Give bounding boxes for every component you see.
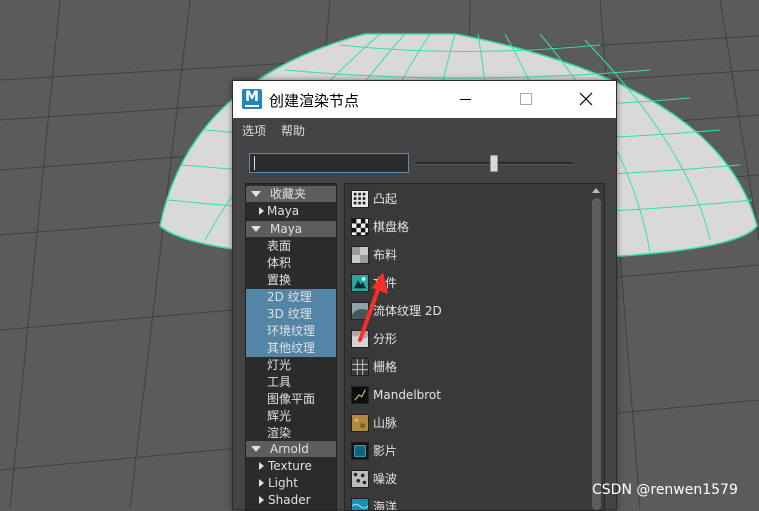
tree-item-maya-category[interactable]: 体积 (246, 255, 336, 272)
node-item[interactable]: 影片 (345, 437, 588, 465)
tree-item-maya-category[interactable]: 2D 纹理 (246, 289, 336, 306)
watermark-text: CSDN @renwen1579 (592, 482, 738, 498)
tree-item-maya-category[interactable]: 图像平面 (246, 391, 336, 408)
node-label: 海洋 (373, 500, 398, 511)
close-icon (579, 92, 593, 106)
tree-header-label: 收藏夹 (270, 187, 307, 201)
tree-header-label: Maya (270, 222, 303, 236)
tree-item-maya-favorites[interactable]: Maya (246, 203, 336, 220)
collapse-arrow-icon[interactable] (251, 191, 261, 197)
node-label: 山脉 (373, 416, 398, 430)
tree-item-maya-category[interactable]: 环境纹理 (246, 323, 336, 340)
node-item[interactable]: 凸起 (345, 185, 588, 213)
create-render-node-dialog: M 创建渲染节点 选项 帮助 收藏夹 Maya Maya 表面体积置换 2D 纹理… (232, 80, 617, 511)
tree-header-label: Arnold (270, 442, 309, 456)
close-button[interactable] (573, 87, 599, 111)
menu-bar: 选项 帮助 (233, 118, 616, 142)
bump-icon (351, 190, 369, 208)
tree-item-label: 表面 (267, 239, 292, 253)
maximize-button[interactable] (513, 87, 539, 111)
text-caret (254, 156, 255, 170)
window-title: 创建渲染节点 (269, 92, 360, 110)
tree-item-maya-category[interactable]: 辉光 (246, 408, 336, 425)
tree-item-label: 工具 (267, 375, 292, 389)
tree-item-label: 灯光 (267, 358, 292, 372)
tree-header-favorites[interactable]: 收藏夹 (246, 186, 336, 202)
node-item[interactable]: 布料 (345, 241, 588, 269)
title-bar[interactable]: M 创建渲染节点 (233, 81, 616, 118)
node-label: Mandelbrot (373, 388, 441, 402)
red-annotation-arrow-icon (358, 272, 388, 342)
tree-item-maya-category[interactable]: 其他纹理 (246, 340, 336, 357)
cloth-icon (351, 246, 369, 264)
tree-item-maya-category[interactable]: 渲染 (246, 425, 336, 442)
tree-item-label: 图像平面 (267, 392, 316, 406)
slider-thumb[interactable] (490, 155, 498, 172)
node-item[interactable]: 山脉 (345, 409, 588, 437)
noise-icon (351, 470, 369, 488)
vertical-scrollbar[interactable] (590, 184, 603, 510)
collapse-arrow-icon[interactable] (251, 446, 261, 452)
tree-item-label: 3D 纹理 (267, 307, 312, 321)
node-label: 棋盘格 (373, 220, 410, 234)
node-label: 噪波 (373, 472, 398, 486)
tree-item-label: Shader (268, 493, 311, 507)
tree-item-maya-category[interactable]: 工具 (246, 374, 336, 391)
expand-arrow-icon[interactable] (259, 462, 264, 470)
tree-item-arnold-shader[interactable]: Shader (246, 492, 336, 509)
scroll-thumb[interactable] (592, 198, 601, 510)
tree-item-maya-category[interactable]: 置换 (246, 272, 336, 289)
tree-item-label: 渲染 (267, 426, 292, 440)
search-input[interactable] (249, 153, 409, 173)
expand-arrow-icon[interactable] (259, 496, 264, 504)
node-label: 凸起 (373, 192, 398, 206)
expand-arrow-icon[interactable] (259, 207, 264, 215)
tree-item-label: Maya (267, 204, 300, 218)
tree-item-label: 置换 (267, 273, 292, 287)
node-item[interactable]: Mandelbrot (345, 381, 588, 409)
mandelbrot-icon (351, 386, 369, 404)
tree-item-arnold-light[interactable]: Light (246, 475, 336, 492)
node-item[interactable]: 棋盘格 (345, 213, 588, 241)
panel-splitter[interactable] (338, 321, 340, 381)
node-label: 布料 (373, 248, 398, 262)
tree-item-label: 环境纹理 (267, 324, 316, 338)
category-tree: 收藏夹 Maya Maya 表面体积置换 2D 纹理 3D 纹理环境纹理其他纹理灯光… (245, 183, 337, 511)
tree-item-label: 辉光 (267, 409, 292, 423)
maya-logo-icon: M (242, 89, 262, 109)
tree-item-label: 2D 纹理 (267, 290, 312, 304)
mountain-icon (351, 414, 369, 432)
tree-item-maya-category[interactable]: 灯光 (246, 357, 336, 374)
tree-item-label: 其他纹理 (267, 341, 316, 355)
tree-header-arnold[interactable]: Arnold (246, 441, 336, 457)
tree-header-maya[interactable]: Maya (246, 221, 336, 237)
logo-letter: M (245, 89, 259, 105)
node-label: 影片 (373, 444, 398, 458)
tree-item-maya-category[interactable]: 表面 (246, 238, 336, 255)
minimize-button[interactable] (452, 87, 478, 111)
grid-icon (351, 358, 369, 376)
icon-size-slider[interactable] (415, 155, 573, 172)
tree-item-label: 体积 (267, 256, 292, 270)
tree-item-label: Texture (268, 459, 312, 473)
tree-item-maya-category[interactable]: 3D 纹理 (246, 306, 336, 323)
node-item[interactable]: 栅格 (345, 353, 588, 381)
node-item[interactable]: 海洋 (345, 493, 588, 511)
tree-item-label: Light (268, 476, 298, 490)
collapse-arrow-icon[interactable] (251, 226, 261, 232)
node-label: 栅格 (373, 360, 398, 374)
movie-icon (351, 442, 369, 460)
ocean-icon (351, 498, 369, 510)
expand-arrow-icon[interactable] (259, 479, 264, 487)
tree-item-arnold-texture[interactable]: Texture (246, 458, 336, 475)
node-list: 凸起棋盘格布料文件流体纹理 2D分形栅格Mandelbrot山脉影片噪波海洋 (344, 183, 605, 511)
node-item[interactable]: 噪波 (345, 465, 588, 493)
menu-options[interactable]: 选项 (242, 122, 266, 139)
checker-icon (351, 218, 369, 236)
menu-help[interactable]: 帮助 (281, 122, 305, 139)
scroll-up-icon[interactable] (592, 188, 600, 193)
